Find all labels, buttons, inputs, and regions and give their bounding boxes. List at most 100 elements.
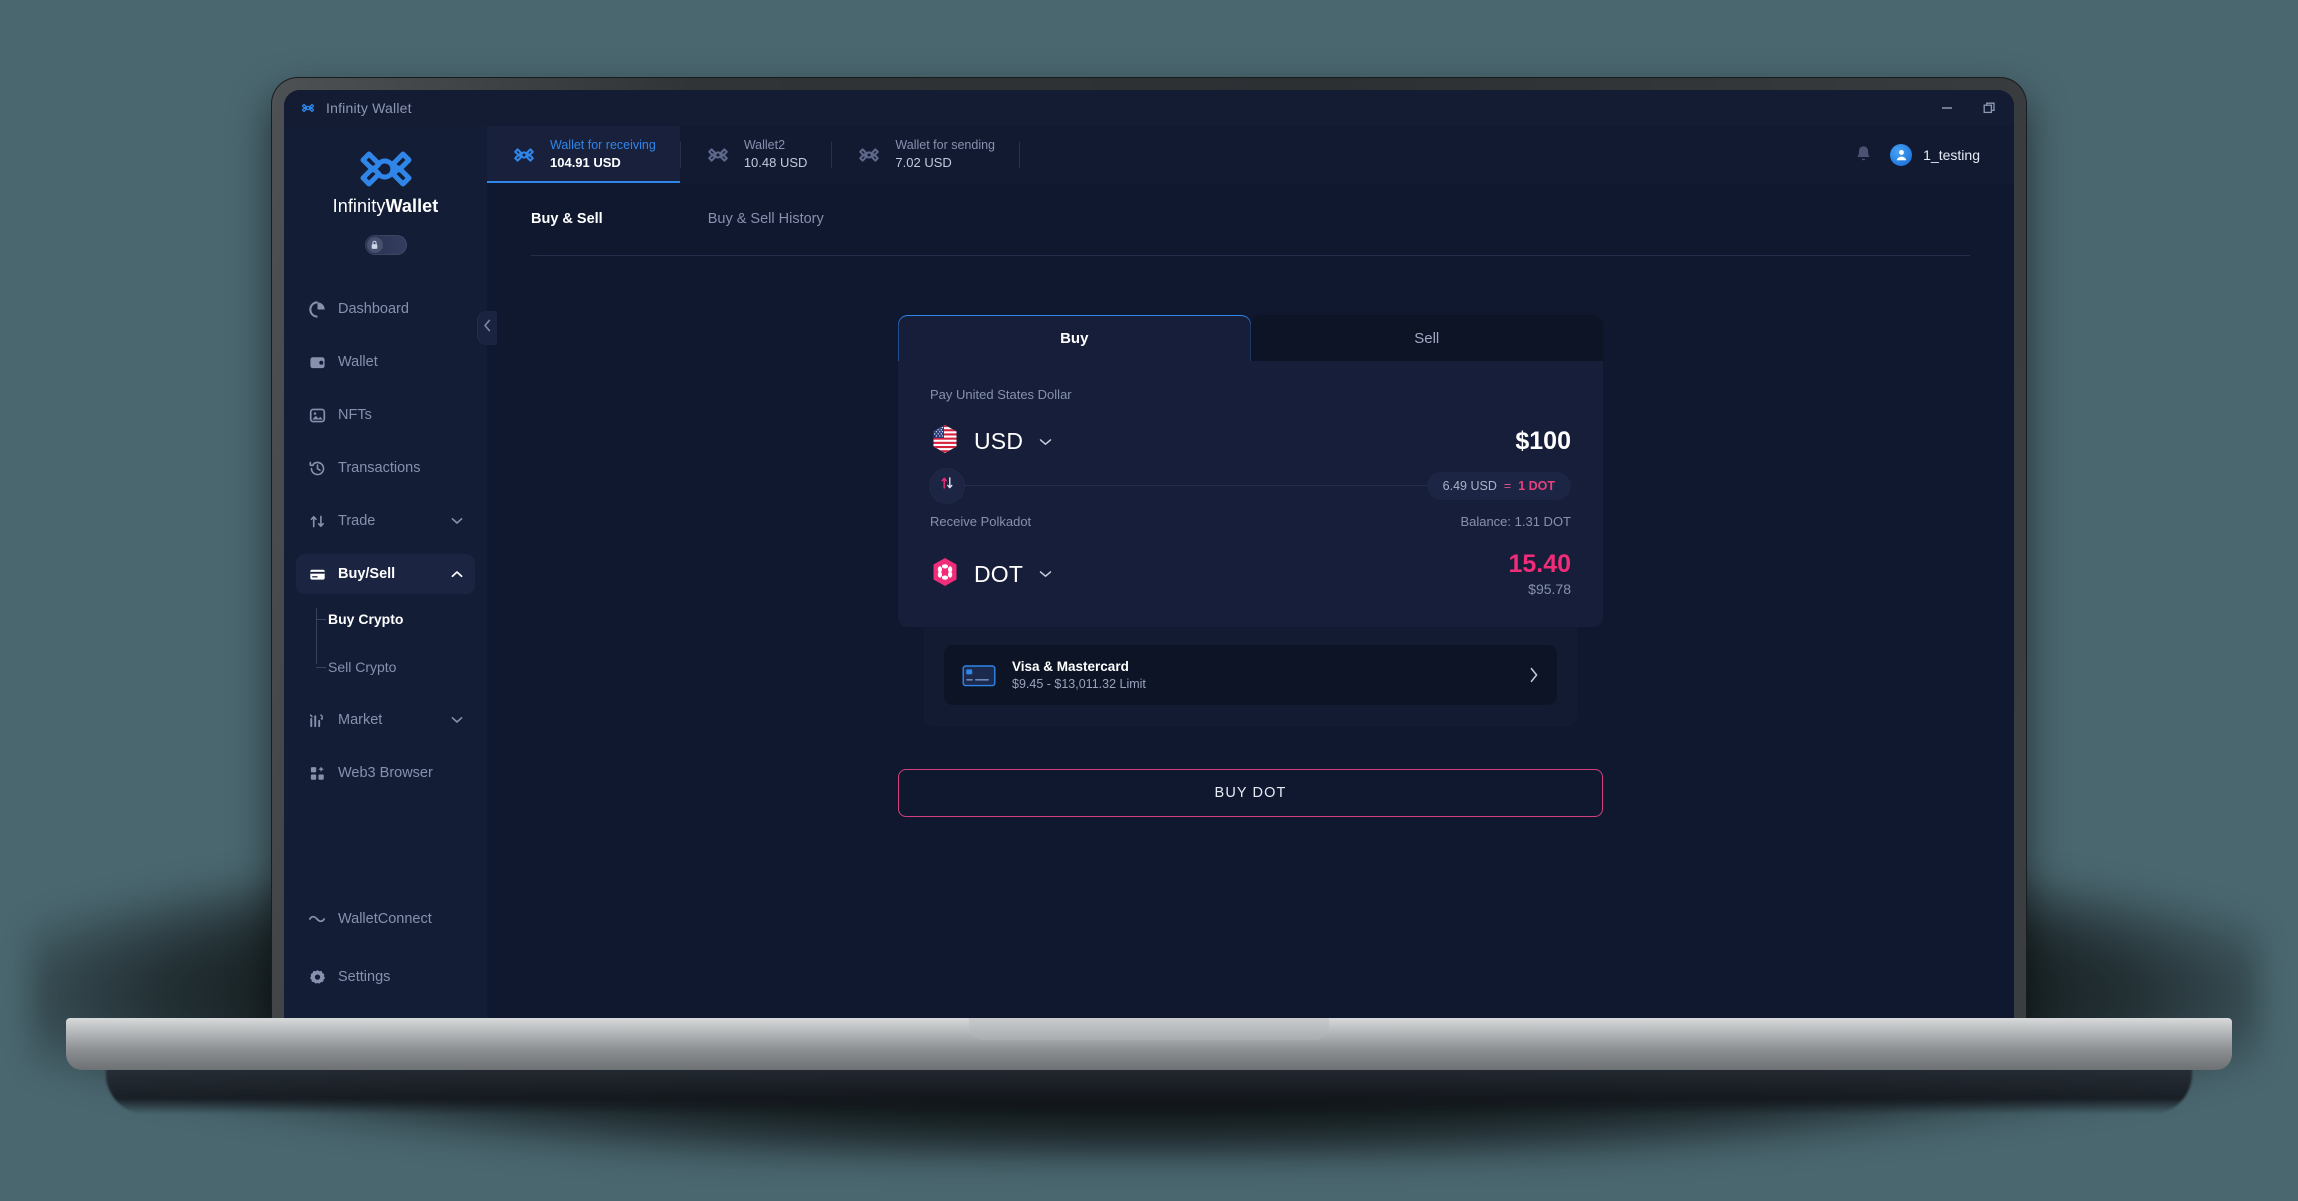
brand: InfinityWallet bbox=[284, 126, 487, 217]
credit-card-icon bbox=[308, 565, 326, 583]
tab-buy-and-sell-history[interactable]: Buy & Sell History bbox=[708, 209, 824, 229]
lock-toggle-wrap bbox=[284, 235, 487, 255]
lock-toggle[interactable] bbox=[364, 235, 407, 255]
bar-chart-icon bbox=[308, 711, 326, 729]
scene: Infinity Wallet InfinityWallet Dashboard… bbox=[0, 0, 2298, 1201]
user-chip[interactable]: 1_testing bbox=[1890, 143, 1980, 166]
minimize-icon[interactable] bbox=[1926, 93, 1968, 123]
chevron-right-icon bbox=[1529, 667, 1539, 683]
sidebar-item-label: Market bbox=[338, 712, 383, 728]
sidebar-bottom-nav: WalletConnect Settings bbox=[284, 899, 487, 1023]
history-icon bbox=[308, 459, 326, 477]
infinity-wallet-icon bbox=[511, 147, 537, 163]
sidebar-item-label: Trade bbox=[338, 513, 376, 529]
grid-icon bbox=[308, 764, 326, 782]
credit-card-icon bbox=[962, 663, 996, 688]
main-content: Wallet for receiving 104.91 USD Wallet2 … bbox=[487, 126, 2014, 1023]
tab-sell[interactable]: Sell bbox=[1250, 315, 1603, 361]
receive-asset-selector[interactable]: DOT bbox=[930, 557, 1052, 592]
payment-method-title: Visa & Mastercard bbox=[1012, 659, 1129, 675]
sidebar-nav: Dashboard Wallet NFTs Transactions Trade… bbox=[284, 289, 487, 899]
polkadot-icon bbox=[930, 557, 960, 592]
sidebar-item-walletconnect[interactable]: WalletConnect bbox=[296, 899, 475, 939]
receive-balance: Balance: 1.31 DOT bbox=[1460, 514, 1571, 529]
content-canvas: Buy Sell Pay United States Dollar USD $1… bbox=[487, 256, 2014, 1023]
wallet-icon bbox=[308, 353, 326, 371]
payment-method-limit: $9.45 - $13,011.32 Limit bbox=[1012, 677, 1146, 692]
wallet-balance: 104.91 USD bbox=[550, 155, 621, 171]
sidebar-item-buy-sell[interactable]: Buy/Sell bbox=[296, 554, 475, 594]
tab-label: Buy bbox=[1060, 329, 1089, 347]
wallet-tab-text: Wallet2 10.48 USD bbox=[744, 137, 808, 171]
exchange-tabs: Buy Sell bbox=[898, 315, 1603, 361]
buy-button-label: BUY DOT bbox=[1214, 785, 1287, 802]
payment-method-shell: Visa & Mastercard $9.45 - $13,011.32 Lim… bbox=[924, 627, 1577, 728]
pay-label: Pay United States Dollar bbox=[930, 387, 1072, 402]
swap-direction-button[interactable] bbox=[930, 468, 964, 503]
sidebar-item-web3-browser[interactable]: Web3 Browser bbox=[296, 753, 475, 793]
pie-chart-icon bbox=[308, 300, 326, 318]
maximize-icon[interactable] bbox=[1968, 93, 2010, 123]
tab-label: Buy & Sell bbox=[531, 211, 603, 227]
buy-dot-button[interactable]: BUY DOT bbox=[898, 769, 1603, 818]
chevron-down-icon bbox=[1039, 438, 1052, 446]
wallet-tab-receiving[interactable]: Wallet for receiving 104.91 USD bbox=[487, 126, 680, 183]
wallet-name: Wallet for receiving bbox=[550, 138, 656, 153]
tab-label: Sell bbox=[1414, 329, 1440, 347]
pay-asset-selector[interactable]: USD bbox=[930, 424, 1052, 459]
exchange-column: Buy Sell Pay United States Dollar USD $1… bbox=[898, 315, 1603, 1023]
rate-equals: = bbox=[1503, 478, 1512, 493]
receive-fiat-value: $95.78 bbox=[1528, 581, 1571, 598]
sidebar-item-settings[interactable]: Settings bbox=[296, 957, 475, 997]
chevron-up-icon bbox=[451, 570, 463, 578]
rate-to: 1 DOT bbox=[1518, 478, 1555, 493]
sidebar-item-market[interactable]: Market bbox=[296, 700, 475, 740]
sidebar-item-label: Buy/Sell bbox=[338, 566, 396, 582]
sidebar-item-label: Wallet bbox=[338, 354, 378, 370]
sidebar-collapse-button[interactable] bbox=[477, 311, 497, 345]
sidebar-subitem-label: Sell Crypto bbox=[328, 659, 397, 675]
rate-from: 6.49 USD bbox=[1442, 478, 1497, 493]
tab-buy[interactable]: Buy bbox=[898, 315, 1251, 361]
wallet-switcher-bar: Wallet for receiving 104.91 USD Wallet2 … bbox=[487, 126, 2014, 183]
sidebar-item-wallet[interactable]: Wallet bbox=[296, 342, 475, 382]
tab-buy-and-sell[interactable]: Buy & Sell bbox=[531, 209, 603, 229]
laptop-lid: Infinity Wallet InfinityWallet Dashboard… bbox=[272, 78, 2026, 1023]
window-body: InfinityWallet Dashboard Wallet NFTs Tra… bbox=[284, 126, 2014, 1023]
infinity-wallet-icon bbox=[705, 147, 731, 163]
gear-icon bbox=[308, 968, 326, 986]
content-tabs: Buy & Sell Buy & Sell History bbox=[531, 209, 1970, 256]
wallet-tab-text: Wallet for sending 7.02 USD bbox=[895, 137, 995, 171]
chevron-left-icon bbox=[483, 319, 492, 337]
window-title: Infinity Wallet bbox=[326, 100, 412, 116]
infinity-wallet-icon bbox=[856, 147, 882, 163]
payment-method-row[interactable]: Visa & Mastercard $9.45 - $13,011.32 Lim… bbox=[944, 645, 1557, 706]
pay-currency-symbol: USD bbox=[974, 428, 1024, 454]
wallet-tab-wallet2[interactable]: Wallet2 10.48 USD bbox=[681, 126, 832, 183]
wallet-tab-sending[interactable]: Wallet for sending 7.02 USD bbox=[832, 126, 1019, 183]
wallet-balance: 7.02 USD bbox=[895, 155, 952, 171]
exchange-rate-pill: 6.49 USD = 1 DOT bbox=[1426, 471, 1571, 500]
pay-amount-input[interactable]: $100 bbox=[1515, 427, 1571, 456]
sidebar-item-transactions[interactable]: Transactions bbox=[296, 448, 475, 488]
sidebar-item-trade[interactable]: Trade bbox=[296, 501, 475, 541]
chevron-down-icon bbox=[1039, 570, 1052, 578]
receive-amount[interactable]: 15.40 bbox=[1508, 551, 1571, 578]
swap-vertical-icon bbox=[939, 475, 955, 496]
user-avatar-icon bbox=[1890, 143, 1913, 166]
exchange-divider: 6.49 USD = 1 DOT bbox=[930, 468, 1571, 503]
sidebar-item-label: NFTs bbox=[338, 407, 372, 423]
sidebar-item-label: Web3 Browser bbox=[338, 765, 433, 781]
sidebar-item-label: WalletConnect bbox=[338, 911, 432, 927]
sidebar-item-nfts[interactable]: NFTs bbox=[296, 395, 475, 435]
sidebar-item-buy-crypto[interactable]: Buy Crypto bbox=[316, 604, 487, 634]
chevron-down-icon bbox=[451, 716, 463, 724]
laptop-base bbox=[66, 1018, 2232, 1070]
brand-text: InfinityWallet bbox=[284, 196, 487, 217]
exchange-card: Buy Sell Pay United States Dollar USD $1… bbox=[898, 315, 1603, 628]
sidebar-item-sell-crypto[interactable]: Sell Crypto bbox=[316, 652, 487, 682]
sidebar-item-dashboard[interactable]: Dashboard bbox=[296, 289, 475, 329]
sidebar-item-label: Dashboard bbox=[338, 301, 409, 317]
bell-icon[interactable] bbox=[1855, 145, 1872, 164]
infinity-logo-icon bbox=[284, 148, 487, 190]
